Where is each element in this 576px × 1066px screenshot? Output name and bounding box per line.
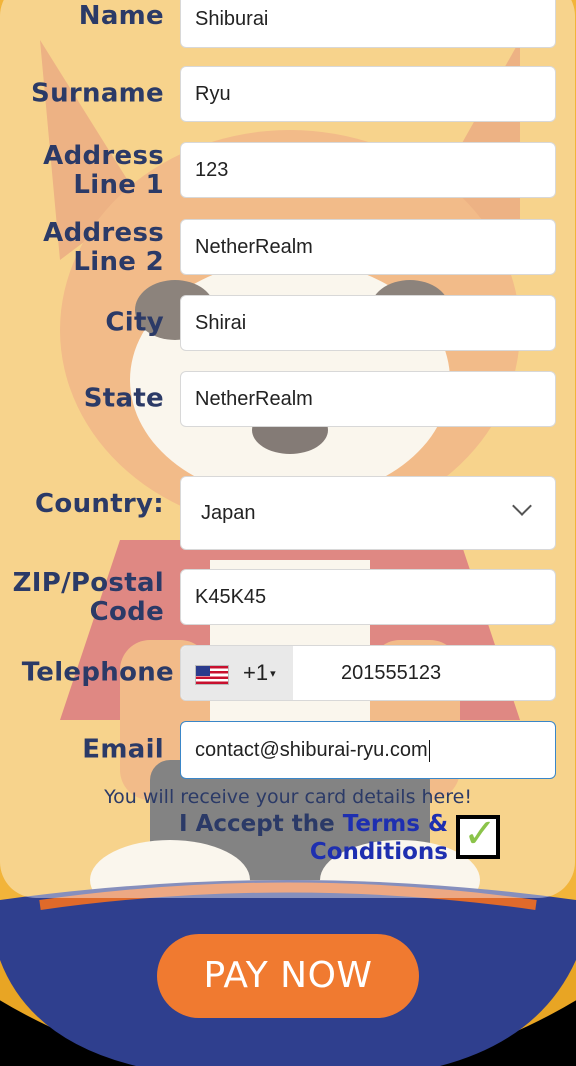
email-label: Email — [82, 734, 164, 765]
chevron-down-icon — [512, 496, 532, 516]
address1-label-line2: Line 1 — [73, 170, 164, 200]
address1-input[interactable]: 123 — [180, 142, 556, 198]
zip-label: ZIP/Postal Code — [4, 569, 164, 627]
email-note: You will receive your card details here! — [104, 786, 472, 808]
dropdown-arrow-icon: ▾ — [270, 668, 276, 681]
terms-link-line1[interactable]: Terms & — [343, 811, 448, 837]
state-label: State — [83, 383, 164, 414]
telephone-label: Telephone — [21, 657, 174, 688]
city-input[interactable]: Shirai — [180, 295, 556, 351]
name-label: Name — [78, 1, 164, 31]
email-input[interactable]: contact@shiburai-ryu.com — [180, 721, 556, 779]
city-row: City Shirai — [0, 295, 576, 351]
dial-code: +1 ▾ — [243, 660, 276, 685]
address1-label-line1: Address — [43, 141, 164, 171]
state-input[interactable]: NetherRealm — [180, 371, 556, 427]
state-row: State NetherRealm — [0, 371, 576, 427]
name-row: Name Shiburai — [0, 0, 576, 48]
checkmark-icon: ✓ — [463, 811, 497, 857]
country-selected-value: Japan — [201, 502, 256, 524]
text-caret — [428, 739, 431, 762]
country-code-selector[interactable]: +1 ▾ — [181, 646, 293, 700]
zip-row: ZIP/Postal Code K45K45 — [0, 569, 576, 627]
country-row: Country: Japan — [0, 476, 576, 550]
terms-prefix: I Accept the — [179, 811, 343, 837]
city-label: City — [105, 307, 164, 338]
telephone-field: +1 ▾ 201555123 — [180, 645, 556, 701]
terms-checkbox[interactable]: ✓ — [456, 811, 500, 859]
country-label: Country: — [35, 489, 164, 519]
us-flag-icon — [195, 665, 229, 685]
address2-input[interactable]: NetherRealm — [180, 219, 556, 275]
address2-row: Address Line 2 NetherRealm — [0, 219, 576, 277]
surname-row: Surname Ryu — [0, 66, 576, 122]
zip-label-line1: ZIP/Postal — [12, 568, 164, 598]
terms-label: I Accept the Terms & Conditions — [179, 810, 448, 866]
country-select[interactable]: Japan — [180, 476, 556, 550]
address1-row: Address Line 1 123 — [0, 142, 576, 200]
address2-label-line2: Line 2 — [73, 247, 164, 277]
name-input[interactable]: Shiburai — [180, 0, 556, 48]
surname-input[interactable]: Ryu — [180, 66, 556, 122]
pay-now-button[interactable]: PAY NOW — [157, 934, 419, 1018]
address2-label: Address Line 2 — [4, 219, 164, 277]
zip-input[interactable]: K45K45 — [180, 569, 556, 625]
email-row: Email contact@shiburai-ryu.com — [0, 721, 576, 779]
telephone-row: Telephone +1 ▾ 201555123 — [0, 645, 576, 701]
address2-label-line1: Address — [43, 218, 164, 248]
terms-link-line2[interactable]: Conditions — [179, 838, 448, 866]
email-value: contact@shiburai-ryu.com — [195, 739, 428, 761]
address1-label: Address Line 1 — [4, 142, 164, 200]
zip-label-line2: Code — [89, 597, 164, 627]
telephone-input[interactable]: 201555123 — [341, 646, 441, 700]
surname-label: Surname — [31, 78, 164, 109]
